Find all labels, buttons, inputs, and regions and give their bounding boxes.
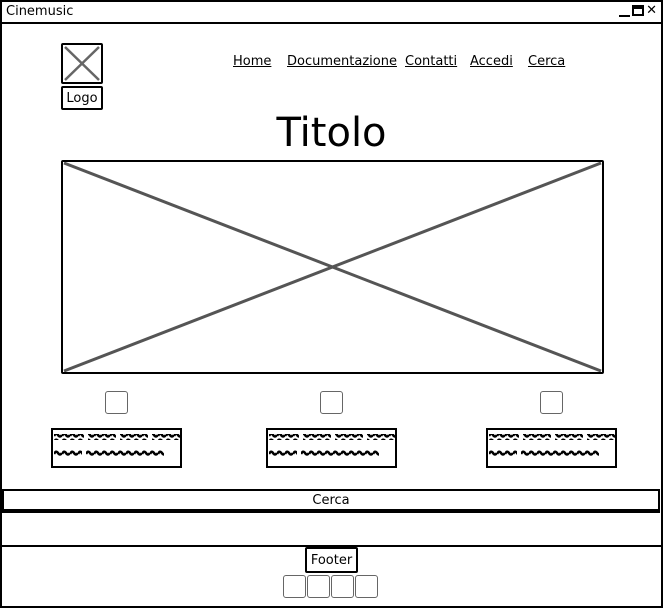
minimize-icon[interactable] [619, 5, 631, 17]
footer-label: Footer [305, 547, 358, 573]
text-block-3 [486, 428, 617, 468]
content-section [2, 513, 661, 547]
checkbox-3[interactable] [540, 391, 563, 414]
maximize-icon[interactable] [632, 5, 645, 16]
search-button[interactable]: Cerca [2, 489, 660, 513]
placeholder-text [489, 434, 615, 456]
logo-text: Logo [66, 90, 98, 106]
text-block-2 [266, 428, 397, 468]
placeholder-text [269, 434, 395, 456]
nav-cerca[interactable]: Cerca [528, 54, 565, 69]
nav-home[interactable]: Home [233, 54, 271, 69]
close-icon[interactable]: ✕ [646, 3, 657, 18]
footer-icon-2[interactable] [307, 575, 330, 598]
nav-contatti[interactable]: Contatti [405, 54, 457, 69]
text-block-1 [51, 428, 182, 468]
checkbox-2[interactable] [320, 391, 343, 414]
image-placeholder-icon [64, 46, 100, 81]
footer-icon-3[interactable] [331, 575, 354, 598]
window-controls: ✕ [619, 3, 657, 18]
nav-accedi[interactable]: Accedi [470, 54, 513, 69]
logo-image [61, 43, 103, 84]
footer-icon-4[interactable] [355, 575, 378, 598]
checkbox-1[interactable] [105, 391, 128, 414]
window-title: Cinemusic [6, 4, 74, 19]
title-bar: Cinemusic [0, 0, 663, 24]
image-placeholder-icon [63, 161, 602, 373]
hero-image [61, 160, 604, 374]
footer-icon-1[interactable] [283, 575, 306, 598]
page-title: Titolo [276, 110, 387, 156]
logo-label: Logo [61, 86, 103, 110]
search-label: Cerca [312, 492, 350, 508]
placeholder-text [54, 434, 180, 456]
footer-text: Footer [310, 552, 353, 568]
nav-documentazione[interactable]: Documentazione [287, 54, 397, 69]
